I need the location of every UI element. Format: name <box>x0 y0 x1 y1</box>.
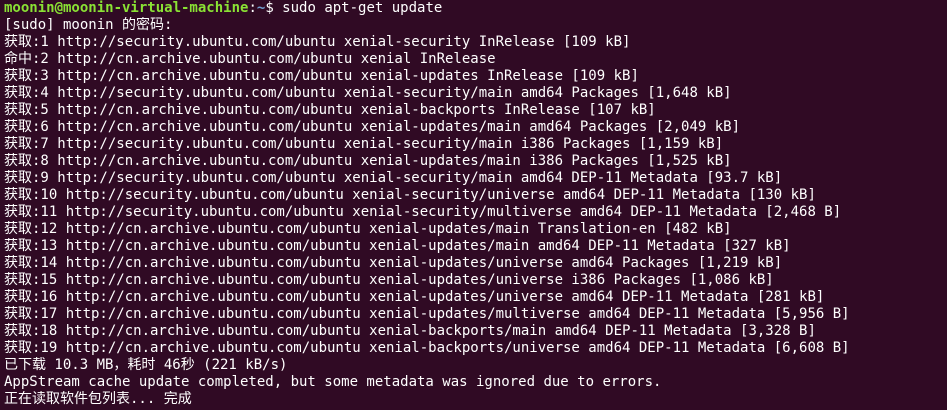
output-line: 获取:5 http://cn.archive.ubuntu.com/ubuntu… <box>4 102 656 118</box>
prompt-line: moonin@moonin-virtual-machine:~$ sudo ap… <box>4 0 947 17</box>
output-line: 获取:4 http://security.ubuntu.com/ubuntu x… <box>4 85 732 101</box>
output-line: 获取:8 http://cn.archive.ubuntu.com/ubuntu… <box>4 153 732 169</box>
output-line: 获取:15 http://cn.archive.ubuntu.com/ubunt… <box>4 272 774 288</box>
output-line: 获取:10 http://security.ubuntu.com/ubuntu … <box>4 187 816 203</box>
output-line: 获取:9 http://security.ubuntu.com/ubuntu x… <box>4 170 783 186</box>
download-summary-line: 已下载 10.3 MB，耗时 46秒 (221 kB/s) <box>4 357 288 373</box>
output-line: 获取:17 http://cn.archive.ubuntu.com/ubunt… <box>4 306 850 322</box>
output-line: 获取:11 http://security.ubuntu.com/ubuntu … <box>4 204 842 220</box>
output-line: 获取:6 http://cn.archive.ubuntu.com/ubuntu… <box>4 119 741 135</box>
output-line: 获取:7 http://security.ubuntu.com/ubuntu x… <box>4 136 724 152</box>
password-prompt-line: [sudo] moonin 的密码: <box>4 17 173 33</box>
output-line: 获取:12 http://cn.archive.ubuntu.com/ubunt… <box>4 221 732 237</box>
terminal-window[interactable]: moonin@moonin-virtual-machine:~$ sudo ap… <box>0 0 947 410</box>
output-line: 获取:13 http://cn.archive.ubuntu.com/ubunt… <box>4 238 791 254</box>
prompt-colon: : <box>248 0 257 16</box>
output-line: 获取:3 http://cn.archive.ubuntu.com/ubuntu… <box>4 68 639 84</box>
appstream-warning-line: AppStream cache update completed, but so… <box>4 374 662 390</box>
output-line: 命中:2 http://cn.archive.ubuntu.com/ubuntu… <box>4 51 496 67</box>
prompt-symbol: $ <box>265 0 283 16</box>
output-line: 获取:19 http://cn.archive.ubuntu.com/ubunt… <box>4 340 850 356</box>
output-line: 获取:18 http://cn.archive.ubuntu.com/ubunt… <box>4 323 816 339</box>
output-line: 获取:16 http://cn.archive.ubuntu.com/ubunt… <box>4 289 825 305</box>
output-line: 获取:14 http://cn.archive.ubuntu.com/ubunt… <box>4 255 783 271</box>
prompt-user-host: moonin@moonin-virtual-machine <box>4 0 249 16</box>
reading-lists-line: 正在读取软件包列表... 完成 <box>4 391 192 407</box>
command-text: sudo apt-get update <box>282 0 443 16</box>
output-line: 获取:1 http://security.ubuntu.com/ubuntu x… <box>4 34 631 50</box>
